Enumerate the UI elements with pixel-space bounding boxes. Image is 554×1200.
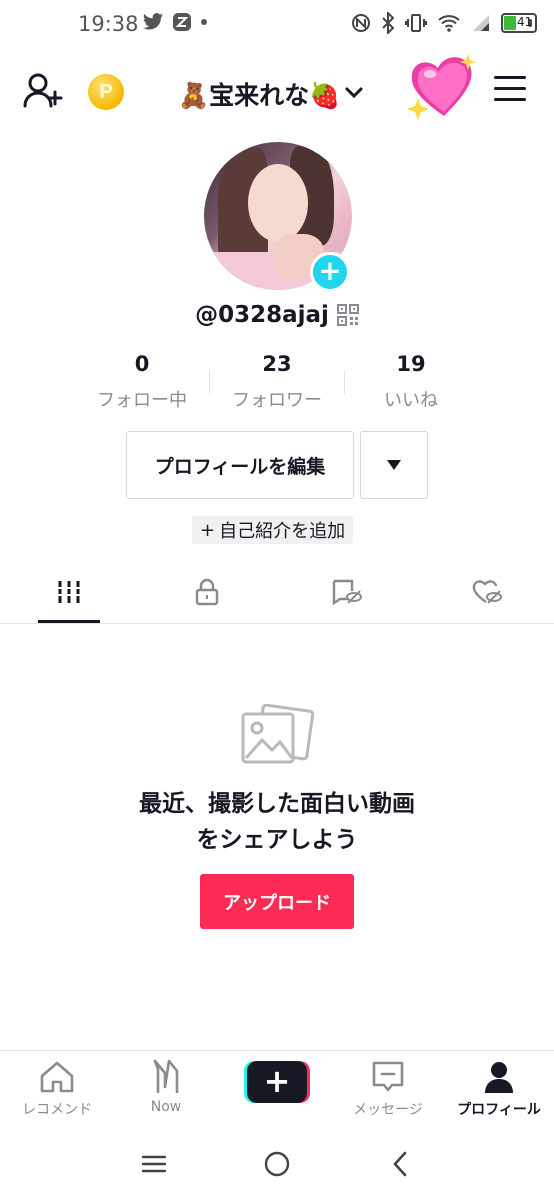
create-button[interactable]: + (244, 1061, 310, 1103)
nav-label: メッセージ (353, 1102, 423, 1118)
message-icon (368, 1059, 408, 1095)
content-tabs (0, 564, 554, 624)
triangle-down-icon (386, 456, 402, 475)
profile-stats: 0 フォロー中 23 フォロワー 19 いいね (0, 352, 554, 416)
avatar-add-button[interactable]: + (310, 252, 350, 292)
videos-grid-icon (56, 579, 82, 609)
edit-profile-button[interactable]: プロフィールを編集 (126, 431, 354, 499)
battery-level: 41 (517, 15, 533, 29)
account-switcher[interactable]: 🧸宝来れな🍓 (178, 76, 364, 112)
stat-divider (209, 370, 210, 394)
bottom-nav: レコメンド Now + メッセージ プロフィール (0, 1050, 554, 1122)
tagged-hidden-icon (331, 578, 363, 610)
add-user-icon[interactable] (22, 70, 64, 112)
nav-profile[interactable]: プロフィール (444, 1059, 554, 1123)
add-bio-label: 自己紹介を追加 (219, 521, 346, 542)
stat-value: 23 (262, 352, 292, 376)
nav-home[interactable]: レコメンド (2, 1059, 112, 1123)
nav-messages[interactable]: メッセージ (333, 1059, 443, 1123)
photo-placeholder-icon (238, 703, 316, 768)
status-bar: 19:38 41 (0, 0, 554, 50)
chevron-down-icon (344, 85, 364, 104)
recent-apps-icon[interactable] (134, 1144, 174, 1184)
tab-tagged[interactable] (316, 564, 378, 624)
menu-icon[interactable] (494, 76, 526, 106)
dot-icon (200, 18, 208, 26)
plus-icon: + (247, 1061, 307, 1103)
bluetooth-icon (381, 12, 395, 34)
user-handle: @0328ajaj (195, 302, 329, 328)
suggested-accounts-button[interactable] (360, 431, 428, 499)
stat-divider (344, 370, 345, 394)
upload-button[interactable]: アップロード (200, 874, 354, 929)
stat-likes[interactable]: 19 いいね (346, 352, 476, 412)
stat-label: いいね (384, 390, 438, 411)
status-time: 19:38 (78, 12, 139, 36)
qr-code-icon[interactable] (336, 304, 359, 326)
stat-following[interactable]: 0 フォロー中 (77, 352, 207, 412)
nfc-icon (351, 13, 371, 33)
hearts-sticker (404, 52, 480, 122)
empty-state-title: 最近、撮影した面白い動画 をシェアしよう (139, 791, 415, 853)
handle-row: @0328ajaj (0, 302, 554, 328)
stat-value: 0 (134, 352, 150, 376)
liked-hidden-icon (471, 578, 503, 610)
home-icon (37, 1059, 77, 1095)
vibrate-icon (405, 13, 427, 33)
active-tab-indicator (38, 620, 100, 623)
stat-followers[interactable]: 23 フォロワー (212, 352, 342, 412)
battery-icon: 41 (501, 13, 537, 33)
plus-icon: + (200, 519, 216, 541)
now-icon (146, 1059, 186, 1095)
z-app-icon (172, 12, 192, 32)
stat-label: フォロワー (232, 390, 322, 411)
coin-icon[interactable]: P (88, 74, 124, 110)
twitter-icon (142, 12, 164, 32)
nav-now[interactable]: Now (111, 1059, 221, 1123)
back-icon[interactable] (380, 1144, 420, 1184)
profile-header: P 🧸宝来れな🍓 (0, 54, 554, 124)
signal-icon (471, 13, 491, 33)
wifi-icon (437, 13, 461, 33)
profile-icon (479, 1059, 519, 1095)
stat-value: 19 (396, 352, 426, 376)
tab-private[interactable] (176, 564, 238, 624)
system-navigation-bar (0, 1124, 554, 1200)
nav-label: Now (150, 1099, 182, 1115)
add-bio-button[interactable]: + 自己紹介を追加 (192, 516, 354, 544)
username-title: 🧸宝来れな🍓 (178, 81, 341, 110)
home-circle-icon[interactable] (257, 1144, 297, 1184)
lock-icon (194, 578, 220, 610)
nav-label: レコメンド (22, 1102, 92, 1118)
tab-videos[interactable] (38, 564, 100, 624)
tab-liked[interactable] (456, 564, 518, 624)
stat-label: フォロー中 (97, 390, 187, 411)
nav-label: プロフィール (457, 1102, 541, 1118)
